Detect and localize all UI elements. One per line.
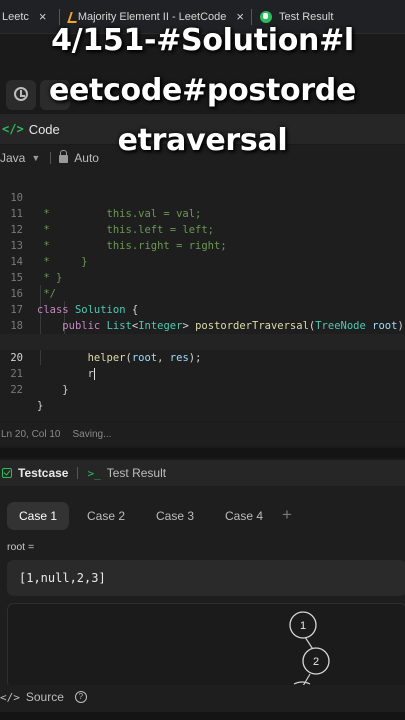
caption-line: 4/151-#Solution#l [51,23,354,58]
help-icon[interactable]: ? [74,691,87,703]
tree-node-label: 1 [300,620,306,632]
code-line: 18 List<Integer> res = new ArrayList<>()… [0,302,405,348]
code-line: 13 * } [0,222,405,268]
source-bar: </> Source ? [0,685,405,709]
code-line: 15 */ [0,254,405,300]
panel-splitter[interactable] [0,448,405,458]
video-caption-overlay: 4/151-#Solution#l eetcode#postorde etrav… [0,16,405,166]
tree-visualization: 1 2 [7,603,405,689]
source-toggle[interactable]: Source [26,690,64,704]
terminal-icon: >_ [87,466,101,480]
caption-line: eetcode#postorde [48,73,357,108]
code-line: 21 } [0,350,405,396]
code-text: } [37,384,69,396]
add-case-button[interactable]: + [282,502,292,528]
root-input[interactable]: [1,null,2,3] [7,560,405,596]
code-line: 17 public List<Integer> postorderTravers… [0,286,405,332]
case-tab-4[interactable]: Case 4 [214,502,274,530]
code-line: 12 * this.right = right; [0,206,405,252]
code-line: 10 * this.val = val; [0,174,405,220]
testcase-panel-header: Testcase >_ Test Result [0,460,405,486]
editor-status-bar: Ln 20, Col 10 Saving... [0,422,405,446]
tree-node-label: 2 [313,656,319,668]
code-line: 11 * this.left = left; [0,190,405,236]
tree-node-partial [293,681,311,685]
checkbox-icon [2,468,12,478]
line-number: 22 [10,384,23,396]
tree-diagram: 1 2 [289,611,330,687]
tab-testcase[interactable]: Testcase [18,466,68,480]
code-line: 22 } [0,366,405,412]
case-tab-2[interactable]: Case 2 [76,502,136,530]
divider [77,467,79,479]
cursor-position: Ln 20, Col 10 [1,428,61,440]
root-field-label: root = [7,541,35,553]
save-status: Saving... [72,428,112,440]
code-line: 14 * } [0,238,405,284]
code-line: 19 helper(root, res); [0,318,405,364]
case-tab-3[interactable]: Case 3 [145,502,205,530]
code-editor[interactable]: 10 * this.val = val; 11 * this.left = le… [0,171,405,421]
testcase-panel-body: Case 1 Case 2 Case 3 Case 4 + root = [1,… [0,486,405,720]
code-text: } [37,400,44,412]
code-icon: </> [0,690,20,704]
code-line-active: 20 r [0,334,405,380]
tab-test-result[interactable]: Test Result [107,466,166,480]
caption-line: etraversal [117,123,288,158]
code-line: 16 class Solution { [0,270,405,316]
case-tab-1[interactable]: Case 1 [7,502,69,530]
bottom-edge [0,712,405,720]
